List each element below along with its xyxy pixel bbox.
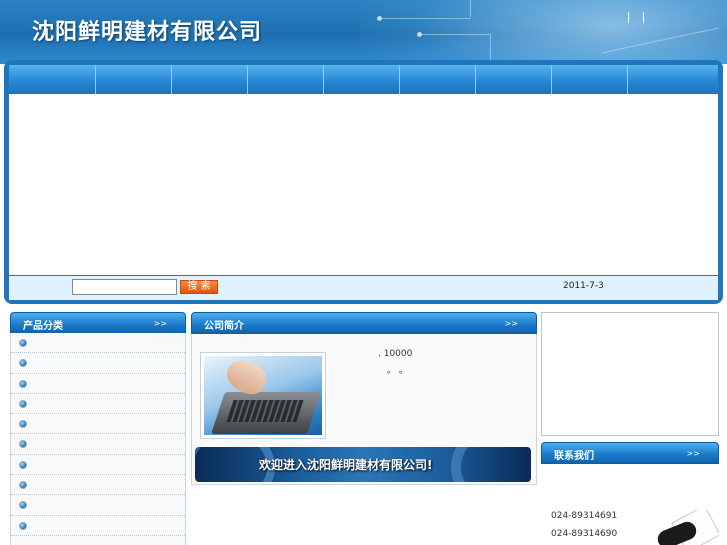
bullet-icon [19, 420, 27, 429]
list-item[interactable] [11, 374, 185, 394]
nav-item[interactable] [628, 65, 704, 94]
bullet-icon [19, 481, 27, 490]
intro-text: . 10000 [378, 349, 413, 359]
circuit-line [470, 0, 471, 18]
laptop-keyboard [226, 400, 304, 422]
main-nav [9, 65, 718, 94]
header-glow [360, 0, 727, 64]
phone-number: 024-89314691 [551, 511, 618, 521]
contact-more-link[interactable]: >> [687, 449, 700, 458]
telephone-image [651, 510, 719, 545]
contact-title: 联系我们 [554, 451, 594, 462]
header-link-divider [628, 12, 629, 23]
bullet-icon [19, 521, 27, 530]
search-bar: 搜 索 2011-7-3 [9, 276, 718, 300]
intro-title-bar: 公司简介 >> [191, 312, 537, 334]
bullet-icon [19, 501, 27, 510]
nav-item[interactable] [552, 65, 628, 94]
current-date: 2011-7-3 [563, 281, 604, 291]
search-button[interactable]: 搜 索 [180, 280, 218, 294]
intro-more-link[interactable]: >> [505, 319, 518, 328]
list-item[interactable] [11, 333, 185, 354]
contact-title-bar: 联系我们 >> [541, 442, 719, 464]
list-item[interactable] [11, 353, 185, 374]
circuit-line [380, 18, 470, 19]
header-links [628, 12, 658, 26]
welcome-banner: 欢迎进入沈阳鲜明建材有限公司! [195, 447, 531, 482]
list-item[interactable] [11, 414, 185, 435]
right-side-box [541, 312, 719, 436]
category-title: 产品分类 [23, 321, 63, 332]
search-input[interactable] [72, 279, 177, 295]
list-item[interactable] [11, 394, 185, 415]
circuit-dot [417, 32, 422, 37]
laptop-image [200, 352, 326, 439]
circuit-dot [377, 16, 382, 21]
intro-title: 公司简介 [204, 321, 244, 332]
laptop-picture [204, 356, 322, 435]
list-item[interactable] [11, 516, 185, 536]
category-more-link[interactable]: >> [154, 319, 167, 328]
bullet-icon [19, 440, 27, 449]
category-title-bar: 产品分类 >> [10, 312, 186, 334]
bullet-icon [19, 460, 27, 469]
nav-item[interactable] [9, 65, 96, 94]
nav-item[interactable] [172, 65, 248, 94]
bullet-icon [19, 359, 27, 368]
bullet-icon [19, 399, 27, 408]
list-item[interactable] [11, 495, 185, 516]
phone-number: 024-89314690 [551, 529, 618, 539]
site-header: 沈阳鲜明建材有限公司 [0, 0, 727, 64]
list-item[interactable] [11, 434, 185, 455]
list-item[interactable] [11, 475, 185, 496]
bullet-icon [19, 379, 27, 388]
circuit-line [420, 34, 490, 35]
contact-info: 024-89314691 024-89314690 [541, 465, 721, 545]
nav-item[interactable] [324, 65, 400, 94]
nav-item[interactable] [248, 65, 324, 94]
site-title: 沈阳鲜明建材有限公司 [32, 20, 263, 45]
list-item[interactable] [11, 455, 185, 476]
intro-text-secondary: 。 。 [387, 366, 408, 376]
nav-item[interactable] [96, 65, 172, 94]
bullet-icon [19, 339, 27, 347]
intro-panel: . 10000 。 。 欢迎进入沈阳鲜明建材有限公司! [191, 334, 537, 485]
nav-item[interactable] [476, 65, 552, 94]
category-list [10, 333, 186, 545]
banner-swirl [451, 447, 531, 482]
banner-area [9, 94, 718, 275]
welcome-text: 欢迎进入沈阳鲜明建材有限公司! [259, 458, 433, 472]
nav-item[interactable] [400, 65, 476, 94]
header-link-divider [643, 12, 644, 23]
